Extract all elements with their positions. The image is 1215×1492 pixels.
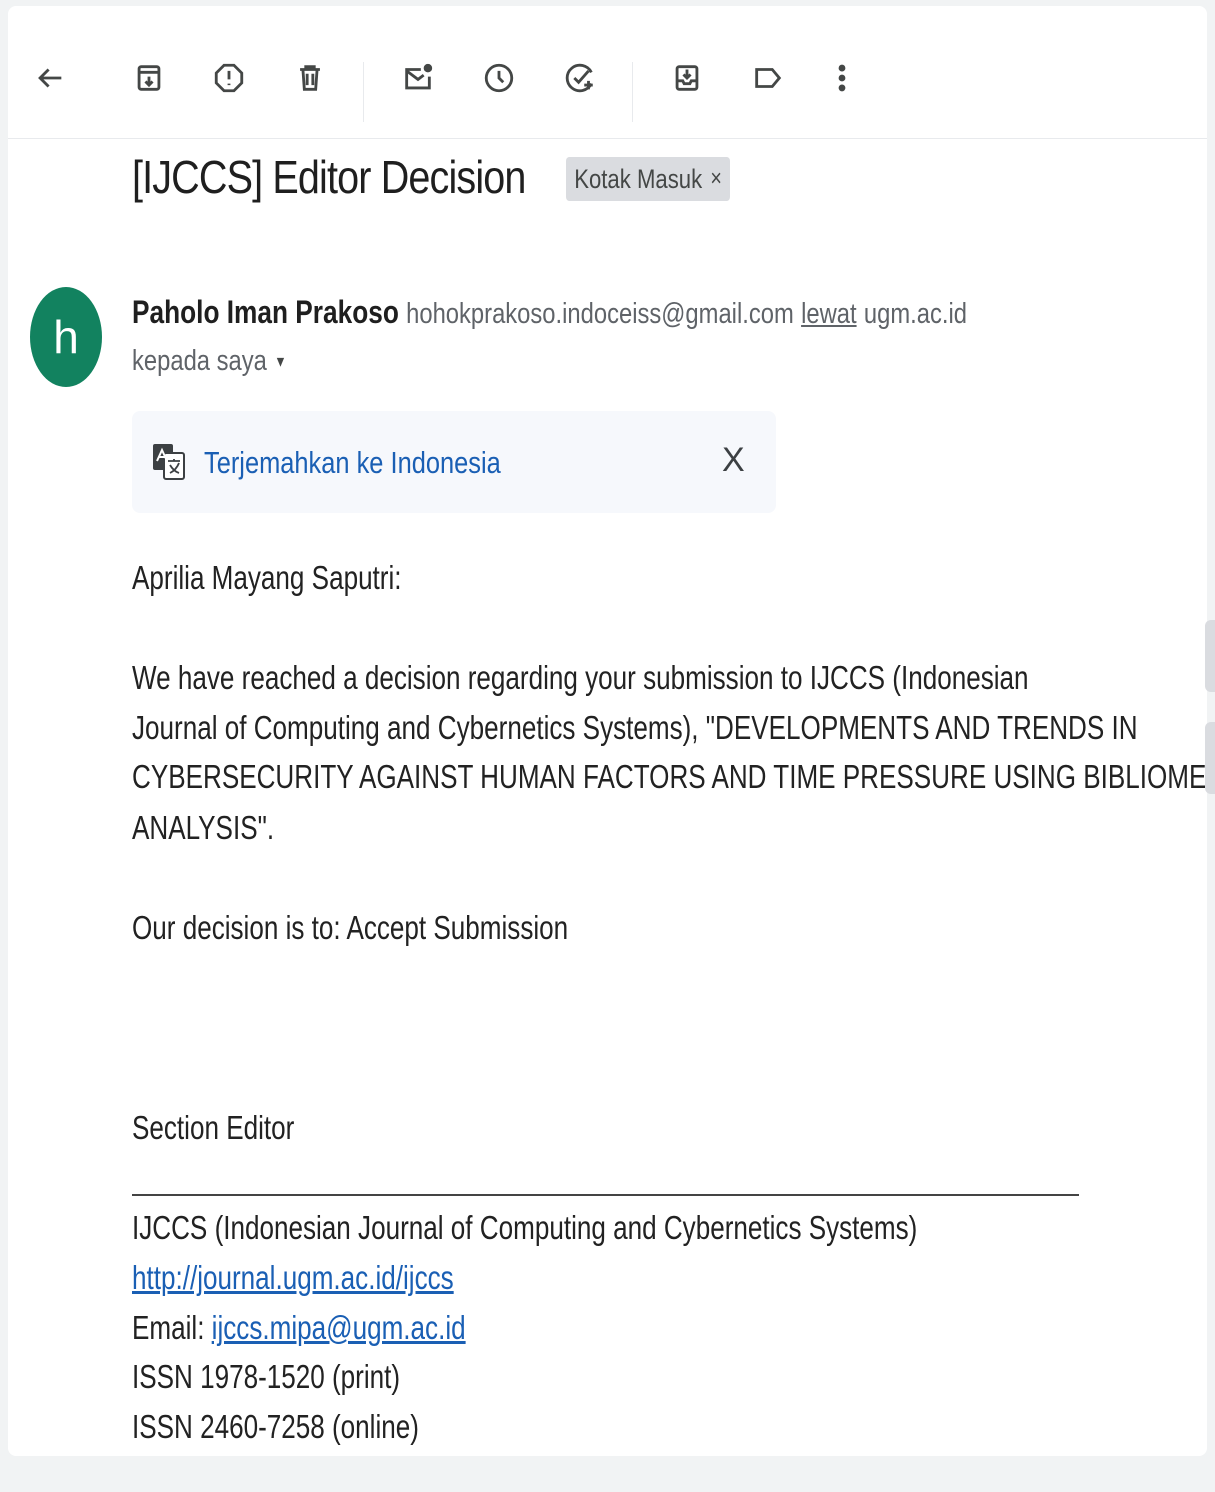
journal-email-link[interactable]: ijccs.mipa@ugm.ac.id	[212, 1309, 466, 1346]
snooze-icon[interactable]	[477, 56, 521, 100]
archive-icon[interactable]	[127, 56, 171, 100]
email-toolbar	[8, 18, 1207, 139]
sender-name[interactable]: Paholo Iman Prakoso	[132, 294, 399, 330]
mark-unread-icon[interactable]	[396, 56, 440, 100]
email-paragraph-line: Journal of Computing and Cybernetics Sys…	[132, 709, 1138, 746]
label-icon[interactable]	[746, 56, 790, 100]
email-paragraph-line: We have reached a decision regarding you…	[132, 659, 1029, 696]
via-domain: ugm.ac.id	[863, 298, 967, 330]
decision-text: Our decision is to: Accept Submission	[132, 909, 569, 946]
side-panel-handle[interactable]	[1205, 722, 1215, 794]
add-task-icon[interactable]	[558, 56, 602, 100]
sender-line: Paholo Iman Prakoso hohokprakoso.indocei…	[132, 294, 967, 331]
avatar[interactable]: h	[30, 287, 102, 387]
sender-email: hohokprakoso.indoceiss@gmail.com	[406, 298, 794, 330]
journal-url-line: http://journal.ugm.ac.id/ijccs	[132, 1253, 454, 1303]
translate-bar: Terjemahkan ke Indonesia X	[132, 411, 776, 513]
translate-icon	[153, 444, 185, 480]
label-chip-text: Kotak Masuk	[574, 163, 703, 194]
via-link[interactable]: lewat	[801, 298, 857, 330]
recipient-details[interactable]: kepada saya ▾	[132, 345, 284, 378]
journal-name: IJCCS (Indonesian Journal of Computing a…	[132, 1209, 918, 1246]
side-panel-handle[interactable]	[1205, 620, 1215, 692]
journal-url-link[interactable]: http://journal.ugm.ac.id/ijccs	[132, 1259, 454, 1296]
chevron-down-icon[interactable]: ▾	[277, 351, 284, 372]
recipient-text: kepada saya	[132, 345, 267, 377]
signature-role: Section Editor	[132, 1109, 295, 1146]
translate-link[interactable]: Terjemahkan ke Indonesia	[204, 445, 501, 481]
remove-label-icon[interactable]: ×	[710, 165, 721, 193]
back-arrow-icon[interactable]	[28, 56, 72, 100]
close-icon[interactable]: X	[722, 441, 745, 480]
email-paragraph-line: CYBERSECURITY AGAINST HUMAN FACTORS AND …	[132, 758, 1215, 795]
delete-icon[interactable]	[288, 56, 332, 100]
issn-online: ISSN 2460-7258 (online)	[132, 1408, 419, 1445]
email-greeting: Aprilia Mayang Saputri:	[132, 559, 402, 596]
email-subject: [IJCCS] Editor Decision	[132, 151, 526, 203]
email-label: Email:	[132, 1309, 212, 1346]
email-paragraph-line: ANALYSIS".	[132, 809, 275, 846]
report-spam-icon[interactable]	[207, 56, 251, 100]
more-vert-icon[interactable]	[820, 56, 864, 100]
issn-print: ISSN 1978-1520 (print)	[132, 1358, 401, 1395]
toolbar-divider	[632, 62, 633, 122]
journal-email-line: Email: ijccs.mipa@ugm.ac.id	[132, 1303, 466, 1353]
signature-divider	[132, 1194, 1079, 1196]
label-chip-inbox[interactable]: Kotak Masuk ×	[566, 157, 731, 201]
move-to-icon[interactable]	[665, 56, 709, 100]
toolbar-divider	[363, 62, 364, 122]
